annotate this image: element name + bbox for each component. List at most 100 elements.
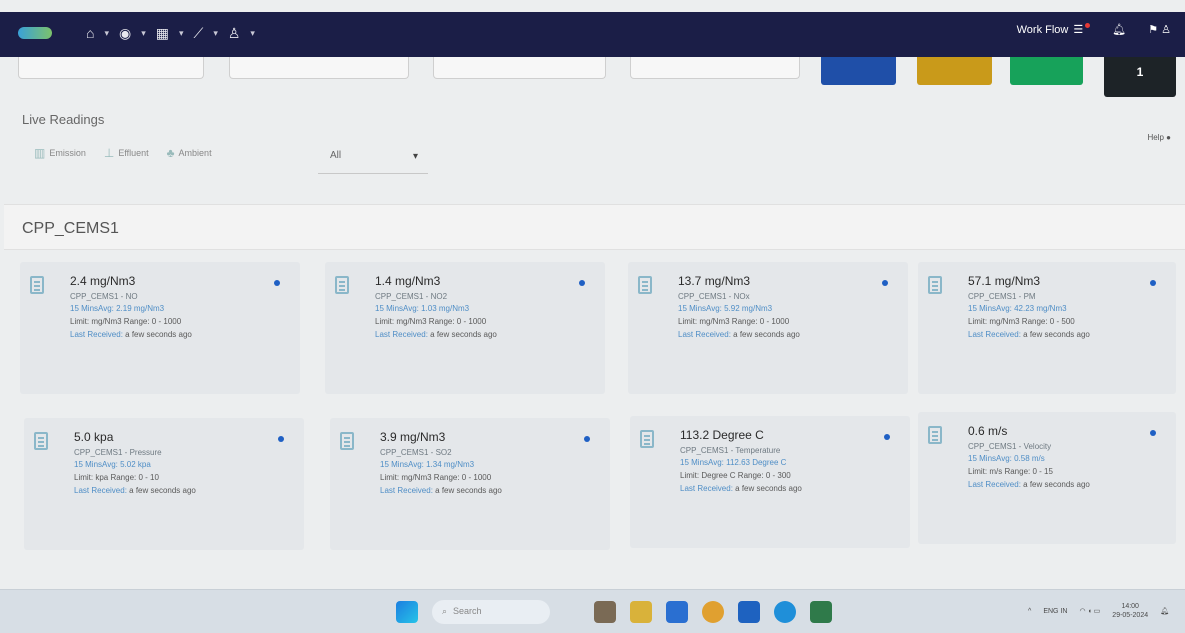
- os-taskbar: ⌕ Search ^ ENG IN ◠ ◖ ▭ 14:00 29-05-2024 …: [0, 589, 1185, 633]
- chevron-up-icon[interactable]: ^: [1028, 608, 1031, 615]
- document-icon: [640, 430, 654, 448]
- clock-time: 14:00: [1121, 603, 1139, 610]
- summary-box-gold[interactable]: [917, 57, 992, 85]
- station-section: CPP_CEMS1: [4, 204, 1185, 250]
- excel-icon[interactable]: [810, 601, 832, 623]
- reading-card[interactable]: 13.7 mg/Nm3 CPP_CEMS1 - NOx 15 MinsAvg: …: [628, 262, 908, 394]
- last-received-value: a few seconds ago: [733, 330, 800, 339]
- edge-icon[interactable]: [774, 601, 796, 623]
- summary-box-dark[interactable]: 1: [1104, 57, 1176, 97]
- top-navbar: ⌂ ▾ ◉ ▾ ▦ ▾ ⟋ ▾ ♙ ▾ Work Flow ☰ 🔔︎ ⚑ ♙: [0, 12, 1185, 57]
- document-icon: [928, 426, 942, 444]
- last-received-label: Last Received:: [375, 330, 428, 339]
- windows-start-icon[interactable]: [396, 601, 418, 623]
- line-chart-icon[interactable]: ⟋: [194, 24, 204, 42]
- notification-icon[interactable]: 🔔︎: [1160, 607, 1169, 615]
- last-received: Last Received: a few seconds ago: [968, 478, 1162, 491]
- taskbar-apps: ⌕ Search: [396, 600, 832, 624]
- reading-value: 1.4 mg/Nm3: [375, 274, 441, 288]
- limit-range: Limit: mg/Nm3 Range: 0 - 1000: [70, 317, 182, 326]
- user-icon[interactable]: ♙: [228, 24, 241, 42]
- reading-card[interactable]: 3.9 mg/Nm3 CPP_CEMS1 - SO2 15 MinsAvg: 1…: [330, 418, 610, 550]
- avg-value: 15 MinsAvg: 1.03 mg/Nm3: [375, 304, 470, 313]
- reading-card[interactable]: 5.0 kpa CPP_CEMS1 - Pressure 15 MinsAvg:…: [24, 418, 304, 550]
- file-explorer-icon[interactable]: [630, 601, 652, 623]
- section-title: CPP_CEMS1: [22, 220, 119, 237]
- last-received: Last Received: a few seconds ago: [375, 328, 591, 341]
- outlook-icon[interactable]: [738, 601, 760, 623]
- last-received-value: a few seconds ago: [430, 330, 497, 339]
- app-logo[interactable]: [18, 27, 52, 39]
- reading-card[interactable]: 1.4 mg/Nm3 CPP_CEMS1 - NO2 15 MinsAvg: 1…: [325, 262, 605, 394]
- filter-ambient[interactable]: ♣ Ambient: [167, 146, 212, 160]
- system-tray: ^ ENG IN ◠ ◖ ▭ 14:00 29-05-2024 🔔︎: [1028, 602, 1169, 620]
- flag-icon[interactable]: ⚑ ♙: [1148, 23, 1171, 36]
- last-received: Last Received: a few seconds ago: [380, 484, 596, 497]
- help-label: Help: [1147, 133, 1164, 142]
- chevron-down-icon[interactable]: ▾: [250, 24, 255, 42]
- filter-emission[interactable]: ▥ Emission: [34, 146, 86, 160]
- taskbar-search[interactable]: ⌕ Search: [432, 600, 550, 624]
- avg-value: 15 MinsAvg: 5.92 mg/Nm3: [678, 304, 773, 313]
- chevron-down-icon[interactable]: ▾: [213, 24, 218, 42]
- chrome-icon[interactable]: [702, 601, 724, 623]
- limit-range: Limit: mg/Nm3 Range: 0 - 1000: [375, 317, 487, 326]
- home-icon[interactable]: ⌂: [86, 24, 94, 42]
- reading-card[interactable]: 113.2 Degree C CPP_CEMS1 - Temperature 1…: [630, 416, 910, 548]
- help-link[interactable]: Help ●: [1147, 133, 1171, 142]
- summary-box-blue[interactable]: [821, 57, 896, 85]
- limit-range: Limit: Degree C Range: 0 - 300: [680, 471, 791, 480]
- reading-value: 2.4 mg/Nm3: [70, 274, 136, 288]
- reading-value: 113.2 Degree C: [680, 428, 764, 442]
- limit-range: Limit: m/s Range: 0 - 15: [968, 467, 1053, 476]
- help-icon: ●: [1166, 133, 1171, 142]
- parameter-name: CPP_CEMS1 - NOx: [678, 292, 750, 301]
- last-received-value: a few seconds ago: [129, 486, 196, 495]
- notification-badge: [1085, 23, 1091, 28]
- parameter-name: CPP_CEMS1 - Temperature: [680, 446, 781, 455]
- nav-right: Work Flow ☰ 🔔︎ ⚑ ♙: [1017, 23, 1171, 36]
- limit-range: Limit: mg/Nm3 Range: 0 - 1000: [380, 473, 492, 482]
- bell-icon[interactable]: 🔔︎: [1112, 23, 1126, 36]
- factory-icon: ▥: [34, 146, 46, 160]
- wifi-icon[interactable]: ◠ ◖ ▭: [1079, 607, 1100, 615]
- reading-card[interactable]: 57.1 mg/Nm3 CPP_CEMS1 - PM 15 MinsAvg: 4…: [918, 262, 1176, 394]
- reading-value: 5.0 kpa: [74, 430, 114, 444]
- summary-strip: 1: [0, 57, 1185, 97]
- chevron-down-icon[interactable]: ▾: [141, 24, 146, 42]
- summary-box[interactable]: [433, 57, 606, 79]
- last-received-label: Last Received:: [74, 486, 127, 495]
- summary-box[interactable]: [630, 57, 800, 79]
- globe-icon[interactable]: ◉: [119, 24, 131, 42]
- avg-value: 15 MinsAvg: 0.58 m/s: [968, 454, 1045, 463]
- avg-value: 15 MinsAvg: 42.23 mg/Nm3: [968, 304, 1067, 313]
- reading-card[interactable]: 2.4 mg/Nm3 CPP_CEMS1 - NO 15 MinsAvg: 2.…: [20, 262, 300, 394]
- store-icon[interactable]: [666, 601, 688, 623]
- document-icon: [928, 276, 942, 294]
- chevron-down-icon[interactable]: ▾: [104, 24, 109, 42]
- clock[interactable]: 14:00 29-05-2024: [1112, 602, 1148, 620]
- chart-icon[interactable]: ▦: [156, 24, 169, 42]
- source-select[interactable]: All ▾: [318, 146, 428, 174]
- reading-card[interactable]: 0.6 m/s CPP_CEMS1 - Velocity 15 MinsAvg:…: [918, 412, 1176, 544]
- workflow-menu[interactable]: Work Flow ☰: [1017, 23, 1091, 36]
- animal-app-icon[interactable]: [594, 601, 616, 623]
- summary-box[interactable]: [18, 57, 204, 79]
- last-received: Last Received: a few seconds ago: [74, 484, 290, 497]
- filter-tabs: ▥ Emission ⊥ Effluent ♣ Ambient: [34, 146, 212, 160]
- avg-value: 15 MinsAvg: 1.34 mg/Nm3: [380, 460, 475, 469]
- last-received-value: a few seconds ago: [1023, 480, 1090, 489]
- last-received-value: a few seconds ago: [735, 484, 802, 493]
- chevron-down-icon[interactable]: ▾: [179, 24, 184, 42]
- summary-box-green[interactable]: [1010, 57, 1083, 85]
- parameter-name: CPP_CEMS1 - Velocity: [968, 442, 1052, 451]
- filter-effluent[interactable]: ⊥ Effluent: [104, 146, 149, 160]
- last-received-value: a few seconds ago: [125, 330, 192, 339]
- filter-label: Effluent: [118, 148, 149, 158]
- avg-value: 15 MinsAvg: 112.63 Degree C: [680, 458, 787, 467]
- last-received-label: Last Received:: [968, 330, 1021, 339]
- parameter-name: CPP_CEMS1 - Pressure: [74, 448, 162, 457]
- summary-box[interactable]: [229, 57, 409, 79]
- search-placeholder: Search: [453, 606, 482, 616]
- language-indicator[interactable]: ENG IN: [1043, 608, 1067, 615]
